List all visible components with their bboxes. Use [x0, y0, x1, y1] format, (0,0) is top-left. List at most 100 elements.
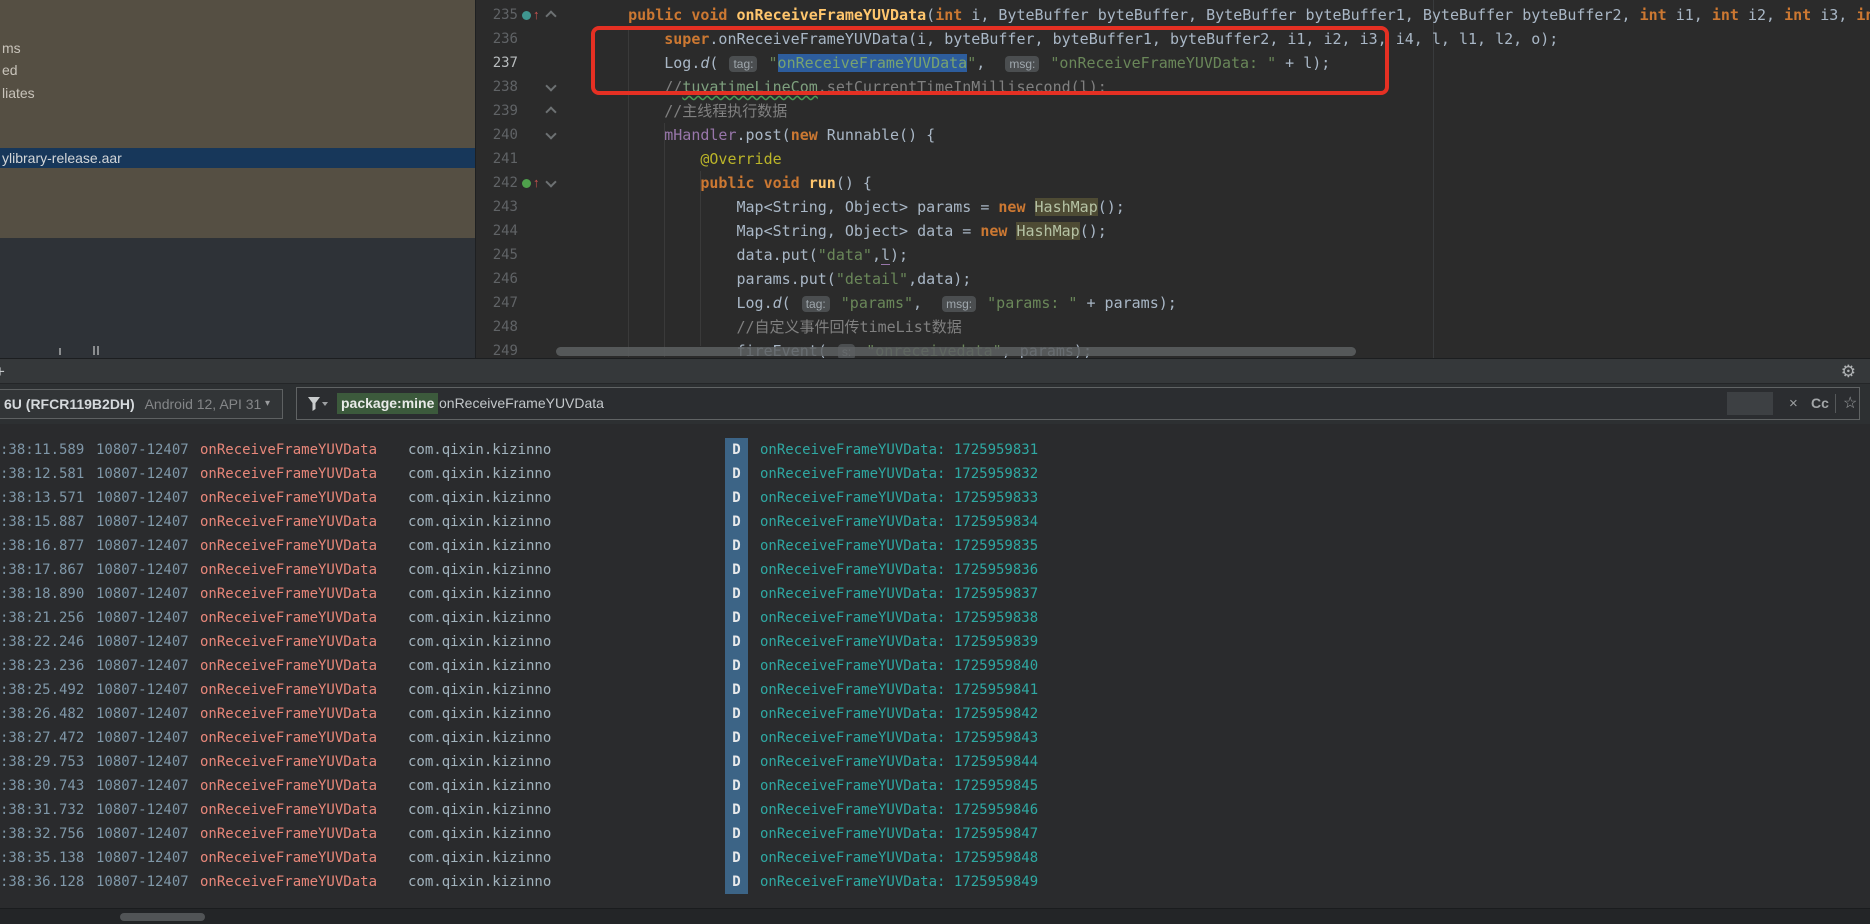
- log-msg: onReceiveFrameYUVData: 1725959842: [760, 702, 1038, 726]
- log-row[interactable]: :38:15.88710807-12407onReceiveFrameYUVDa…: [0, 510, 1870, 534]
- log-row[interactable]: :38:31.73210807-12407onReceiveFrameYUVDa…: [0, 798, 1870, 822]
- log-msg: onReceiveFrameYUVData: 1725959849: [760, 870, 1038, 894]
- log-time: :38:12.581: [0, 462, 84, 486]
- editor-line[interactable]: 236 super.onReceiveFrameYUVData(i, byteB…: [476, 27, 1870, 51]
- editor-horizontal-scrollbar[interactable]: [556, 347, 1356, 356]
- code-text: Log.d( tag: "onReceiveFrameYUVData", msg…: [592, 51, 1330, 76]
- editor-line[interactable]: 240 mHandler.post(new Runnable() {: [476, 123, 1870, 147]
- fold-marker-icon[interactable]: [547, 123, 559, 147]
- log-row[interactable]: :38:27.47210807-12407onReceiveFrameYUVDa…: [0, 726, 1870, 750]
- log-msg: onReceiveFrameYUVData: 1725959835: [760, 534, 1038, 558]
- log-tag: onReceiveFrameYUVData: [200, 486, 377, 510]
- log-row[interactable]: :38:13.57110807-12407onReceiveFrameYUVDa…: [0, 486, 1870, 510]
- editor-line[interactable]: 246 params.put("detail",data);: [476, 267, 1870, 291]
- scrollbar-thumb[interactable]: [120, 913, 205, 921]
- line-number: 235: [482, 3, 518, 27]
- log-time: :38:26.482: [0, 702, 84, 726]
- log-row[interactable]: :38:29.75310807-12407onReceiveFrameYUVDa…: [0, 750, 1870, 774]
- log-row[interactable]: :38:23.23610807-12407onReceiveFrameYUVDa…: [0, 654, 1870, 678]
- editor-line[interactable]: 247 Log.d( tag: "params", msg: "params: …: [476, 291, 1870, 315]
- sidebar-item[interactable]: ms: [2, 37, 21, 59]
- add-tab-icon[interactable]: +: [0, 360, 5, 384]
- line-number: 239: [482, 99, 518, 123]
- log-lvl: D: [725, 798, 748, 822]
- log-pkg: com.qixin.kizinno: [408, 846, 551, 870]
- log-row[interactable]: :38:11.58910807-12407onReceiveFrameYUVDa…: [0, 438, 1870, 462]
- editor-line[interactable]: 245 data.put("data",l);: [476, 243, 1870, 267]
- log-tag: onReceiveFrameYUVData: [200, 822, 377, 846]
- line-number: 237: [482, 51, 518, 75]
- log-msg: onReceiveFrameYUVData: 1725959844: [760, 750, 1038, 774]
- fold-marker-icon[interactable]: [547, 75, 559, 99]
- log-pkg: com.qixin.kizinno: [408, 582, 551, 606]
- favorite-filter-icon[interactable]: ☆: [1843, 391, 1857, 416]
- fold-marker-icon[interactable]: [547, 99, 559, 123]
- log-time: :38:29.753: [0, 750, 84, 774]
- log-row[interactable]: :38:16.87710807-12407onReceiveFrameYUVDa…: [0, 534, 1870, 558]
- log-tag: onReceiveFrameYUVData: [200, 510, 377, 534]
- logcat-output[interactable]: :38:11.58910807-12407onReceiveFrameYUVDa…: [0, 424, 1870, 908]
- log-pkg: com.qixin.kizinno: [408, 774, 551, 798]
- log-pid: 10807-12407: [96, 558, 189, 582]
- logcat-filter-input[interactable]: package:mine onReceiveFrameYUVData × Cc …: [296, 387, 1860, 420]
- log-row[interactable]: :38:21.25610807-12407onReceiveFrameYUVDa…: [0, 606, 1870, 630]
- log-row[interactable]: :38:18.89010807-12407onReceiveFrameYUVDa…: [0, 582, 1870, 606]
- log-pkg: com.qixin.kizinno: [408, 702, 551, 726]
- line-number: 236: [482, 27, 518, 51]
- editor-line[interactable]: 244 Map<String, Object> data = new HashM…: [476, 219, 1870, 243]
- log-lvl: D: [725, 846, 748, 870]
- code-text: //tuyatimeLineCom.setCurrentTimeInMillis…: [592, 75, 1107, 99]
- logcat-horizontal-scrollbar[interactable]: [0, 908, 1870, 924]
- log-row[interactable]: :38:26.48210807-12407onReceiveFrameYUVDa…: [0, 702, 1870, 726]
- clear-filter-icon[interactable]: ×: [1789, 391, 1798, 416]
- log-row[interactable]: :38:36.12810807-12407onReceiveFrameYUVDa…: [0, 870, 1870, 894]
- log-tag: onReceiveFrameYUVData: [200, 534, 377, 558]
- fold-marker-icon[interactable]: [547, 3, 559, 27]
- match-case-toggle[interactable]: Cc: [1811, 391, 1829, 416]
- sidebar-item[interactable]: ed: [2, 59, 18, 81]
- override-marker-icon[interactable]: [522, 11, 531, 20]
- log-lvl: D: [725, 702, 748, 726]
- override-arrow-icon[interactable]: ↑: [533, 3, 540, 27]
- log-row[interactable]: :38:22.24610807-12407onReceiveFrameYUVDa…: [0, 630, 1870, 654]
- sidebar-item[interactable]: liates: [2, 82, 35, 104]
- gear-icon[interactable]: ⚙: [1841, 360, 1856, 384]
- log-row[interactable]: :38:12.58110807-12407onReceiveFrameYUVDa…: [0, 462, 1870, 486]
- override-marker-icon[interactable]: [522, 179, 531, 188]
- log-msg: onReceiveFrameYUVData: 1725959843: [760, 726, 1038, 750]
- log-msg: onReceiveFrameYUVData: 1725959846: [760, 798, 1038, 822]
- editor-line[interactable]: 243 Map<String, Object> params = new Has…: [476, 195, 1870, 219]
- code-text: super.onReceiveFrameYUVData(i, byteBuffe…: [592, 27, 1558, 51]
- code-text: //自定义事件回传timeList数据: [592, 315, 962, 339]
- code-text: //主线程执行数据: [592, 99, 787, 123]
- editor-line[interactable]: 235↑ public void onReceiveFrameYUVData(i…: [476, 3, 1870, 27]
- log-tag: onReceiveFrameYUVData: [200, 774, 377, 798]
- line-number: 243: [482, 195, 518, 219]
- filter-funnel-icon[interactable]: [307, 396, 329, 412]
- code-editor[interactable]: 235↑ public void onReceiveFrameYUVData(i…: [475, 0, 1870, 358]
- editor-line[interactable]: 237 Log.d( tag: "onReceiveFrameYUVData",…: [476, 51, 1870, 75]
- editor-line[interactable]: 241 @Override: [476, 147, 1870, 171]
- sidebar-item-selected[interactable]: ylibrary-release.aar: [0, 148, 475, 168]
- filter-query-text[interactable]: onReceiveFrameYUVData: [439, 393, 604, 414]
- editor-line[interactable]: 248 //自定义事件回传timeList数据: [476, 315, 1870, 339]
- log-pkg: com.qixin.kizinno: [408, 726, 551, 750]
- filter-key-chip[interactable]: package:mine: [337, 393, 438, 414]
- editor-line[interactable]: 238 //tuyatimeLineCom.setCurrentTimeInMi…: [476, 75, 1870, 99]
- log-row[interactable]: :38:32.75610807-12407onReceiveFrameYUVDa…: [0, 822, 1870, 846]
- editor-line[interactable]: 242↑ public void run() {: [476, 171, 1870, 195]
- log-tag: onReceiveFrameYUVData: [200, 726, 377, 750]
- log-pkg: com.qixin.kizinno: [408, 438, 551, 462]
- log-row[interactable]: :38:17.86710807-12407onReceiveFrameYUVDa…: [0, 558, 1870, 582]
- log-pid: 10807-12407: [96, 798, 189, 822]
- log-row[interactable]: :38:30.74310807-12407onReceiveFrameYUVDa…: [0, 774, 1870, 798]
- log-row[interactable]: :38:25.49210807-12407onReceiveFrameYUVDa…: [0, 678, 1870, 702]
- log-time: :38:25.492: [0, 678, 84, 702]
- device-details: Android 12, API 31: [145, 396, 262, 412]
- device-name: 6U (RFCR119B2DH): [4, 396, 135, 412]
- log-row[interactable]: :38:35.13810807-12407onReceiveFrameYUVDa…: [0, 846, 1870, 870]
- device-selector[interactable]: 6U (RFCR119B2DH) Android 12, API 31 ▾: [0, 389, 283, 419]
- fold-marker-icon[interactable]: [547, 171, 559, 195]
- editor-line[interactable]: 239 //主线程执行数据: [476, 99, 1870, 123]
- override-arrow-icon[interactable]: ↑: [533, 171, 540, 195]
